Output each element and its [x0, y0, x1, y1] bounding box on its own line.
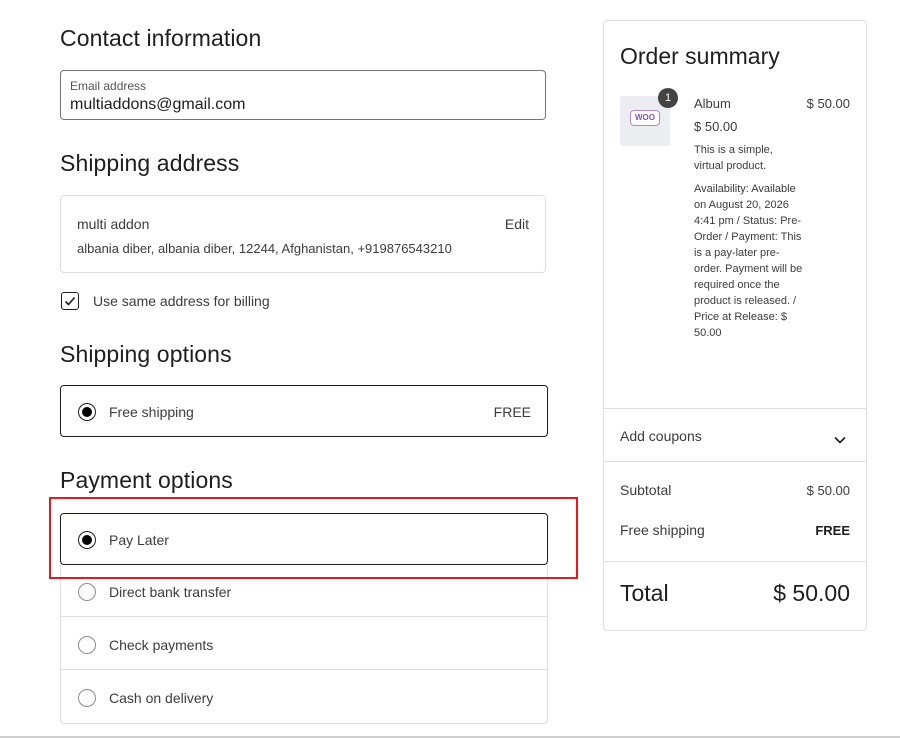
total-value: $ 50.00: [773, 580, 850, 606]
product-description: This is a simple, virtual product.: [694, 144, 773, 172]
payment-option-cod[interactable]: Cash on delivery: [61, 670, 547, 723]
quantity-badge: 1: [658, 88, 678, 108]
product-meta: Availability: Available on August 20, 20…: [694, 183, 803, 339]
product-name: Album: [694, 96, 731, 111]
address-name: multi addon: [77, 216, 150, 232]
highlight-box: [49, 497, 578, 579]
divider: [604, 461, 866, 462]
order-summary-panel: Order summary WOO 1 Album $ 50.00 $ 50.0…: [603, 20, 867, 631]
payment-option-label: Direct bank transfer: [109, 584, 232, 600]
product-line-total: $ 50.00: [806, 96, 850, 111]
shipping-total-label: Free shipping: [620, 522, 705, 538]
order-summary-heading: Order summary: [620, 43, 780, 69]
subtotal-value: $ 50.00: [806, 483, 850, 498]
woo-logo-icon: WOO: [630, 110, 660, 126]
total-label: Total: [620, 580, 669, 606]
divider: [604, 561, 866, 562]
subtotal-label: Subtotal: [620, 482, 672, 498]
shipping-total-value: FREE: [815, 523, 850, 538]
add-coupons-toggle[interactable]: Add coupons: [620, 428, 702, 444]
same-billing-checkbox[interactable]: [61, 292, 79, 310]
email-field-label: Email address: [70, 79, 147, 93]
payment-options-heading: Payment options: [60, 467, 233, 493]
payment-option-list: Direct bank transfer Check payments Cash…: [60, 564, 548, 724]
payment-option-label: Cash on delivery: [109, 690, 214, 706]
radio-selected-icon[interactable]: [78, 403, 96, 421]
radio-empty-icon[interactable]: [78, 583, 96, 601]
chevron-down-icon[interactable]: [834, 431, 846, 449]
shipping-option-free[interactable]: Free shipping FREE: [60, 385, 548, 437]
shipping-address-heading: Shipping address: [60, 150, 240, 176]
divider: [604, 408, 866, 409]
contact-heading: Contact information: [60, 25, 262, 51]
email-field-value[interactable]: multiaddons@gmail.com: [70, 96, 245, 114]
payment-option-label: Check payments: [109, 637, 214, 653]
radio-empty-icon[interactable]: [78, 689, 96, 707]
shipping-options-heading: Shipping options: [60, 341, 232, 367]
address-line: albania diber, albania diber, 12244, Afg…: [77, 241, 452, 256]
shipping-option-label: Free shipping: [109, 404, 194, 420]
edit-address-button[interactable]: Edit: [505, 216, 529, 232]
radio-empty-icon[interactable]: [78, 636, 96, 654]
payment-option-check[interactable]: Check payments: [61, 617, 547, 670]
address-card: multi addon albania diber, albania diber…: [60, 195, 546, 273]
product-price: $ 50.00: [694, 119, 738, 134]
shipping-option-price: FREE: [493, 404, 531, 420]
same-billing-label[interactable]: Use same address for billing: [93, 293, 270, 309]
checkmark-icon: [64, 296, 76, 306]
email-field[interactable]: Email address multiaddons@gmail.com: [60, 70, 546, 120]
